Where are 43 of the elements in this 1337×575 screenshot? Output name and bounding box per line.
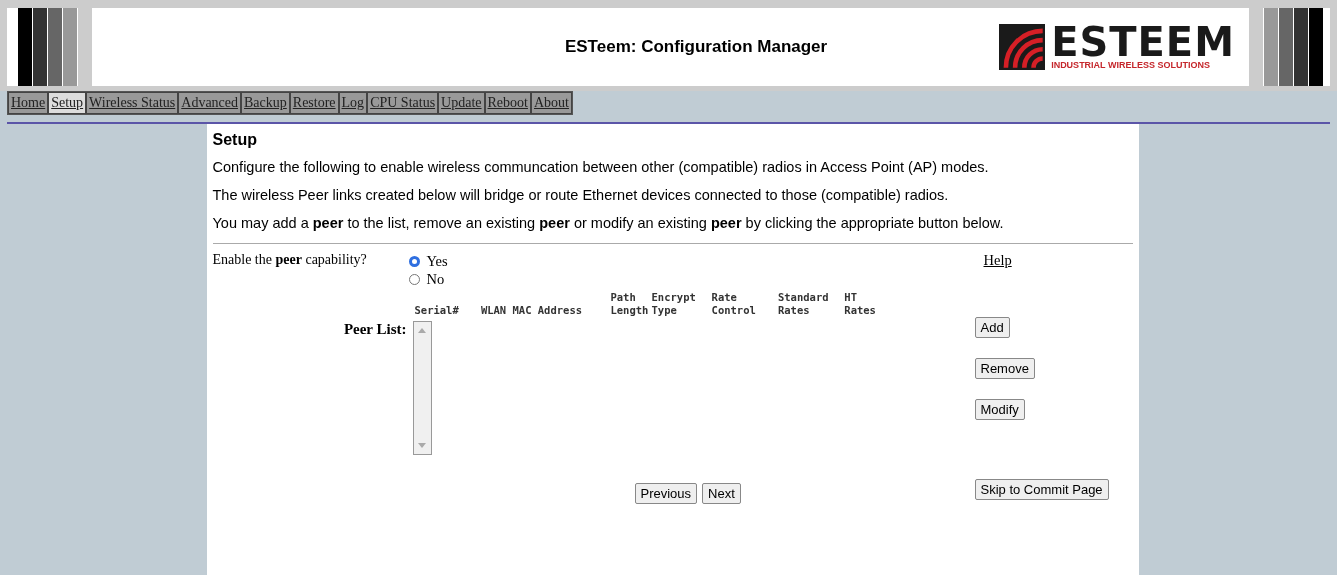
peer-action-button[interactable]: Add [974,317,1010,338]
column-header: Encrypt Type [651,291,697,317]
nav-tab[interactable]: Reboot [484,92,531,114]
help-link[interactable]: Help [983,252,1012,269]
enable-label: Enable the peer capability? [212,252,368,268]
nav-tab[interactable]: Backup [241,92,290,114]
nav-tab[interactable]: CPU Status [367,92,439,114]
description-text: The wireless Peer links created below will bridge or route Ethernet devices connected to those (compatible) radios. [212,187,950,203]
pager-button[interactable]: Next [702,483,741,504]
stripes-icon [18,8,93,86]
logo-name: ESTEEM [1051,24,1235,60]
wireless-logo-icon [999,24,1046,70]
nav-tab[interactable]: Wireless Status [86,92,179,114]
peer-list-label: Peer List: [342,321,408,339]
nav-tab[interactable]: About [531,92,572,114]
description-text: Configure the following to enable wireless communcation between other (compatible) radios in Access Point (AP) modes. [212,159,990,175]
nav-tab[interactable]: Setup [48,92,87,114]
page-title: ESTeem: Configuration Manager [563,37,829,57]
column-header: WLAN MAC Address [480,304,584,317]
nav-tab[interactable]: Restore [289,92,339,114]
column-header: HT Rates [844,291,877,317]
nav-tab[interactable]: Log [338,92,368,114]
column-header: Path Length [610,291,650,317]
scroll-up-icon[interactable] [417,328,426,333]
logo-tagline: INDUSTRIAL WIRELESS SOLUTIONS [1051,60,1211,70]
nav-tab[interactable]: Advanced [178,92,242,114]
nav-tab[interactable]: Update [438,92,485,114]
radio-button[interactable] [408,255,420,267]
column-header: Serial# [414,304,460,317]
radio-label: Yes [426,252,448,270]
column-header: Standard Rates [777,291,830,317]
commit-button[interactable]: Skip to Commit Page [974,479,1109,500]
peer-action-button[interactable]: Remove [974,358,1035,379]
description-text: You may add a peer to the list, remove an existing peer or modify an existing peer by clicking the appropriate button below. [212,215,1005,231]
peer-list[interactable] [412,321,432,455]
stripes-icon [1249,8,1324,86]
column-header: Rate Control [711,291,757,317]
nav-tab[interactable]: Home [8,92,49,114]
scroll-down-icon[interactable] [417,443,426,448]
pager-button[interactable]: Previous [634,483,698,504]
peer-action-button[interactable]: Modify [974,399,1025,420]
section-heading: Setup [212,131,258,149]
radio-label: No [426,270,445,288]
